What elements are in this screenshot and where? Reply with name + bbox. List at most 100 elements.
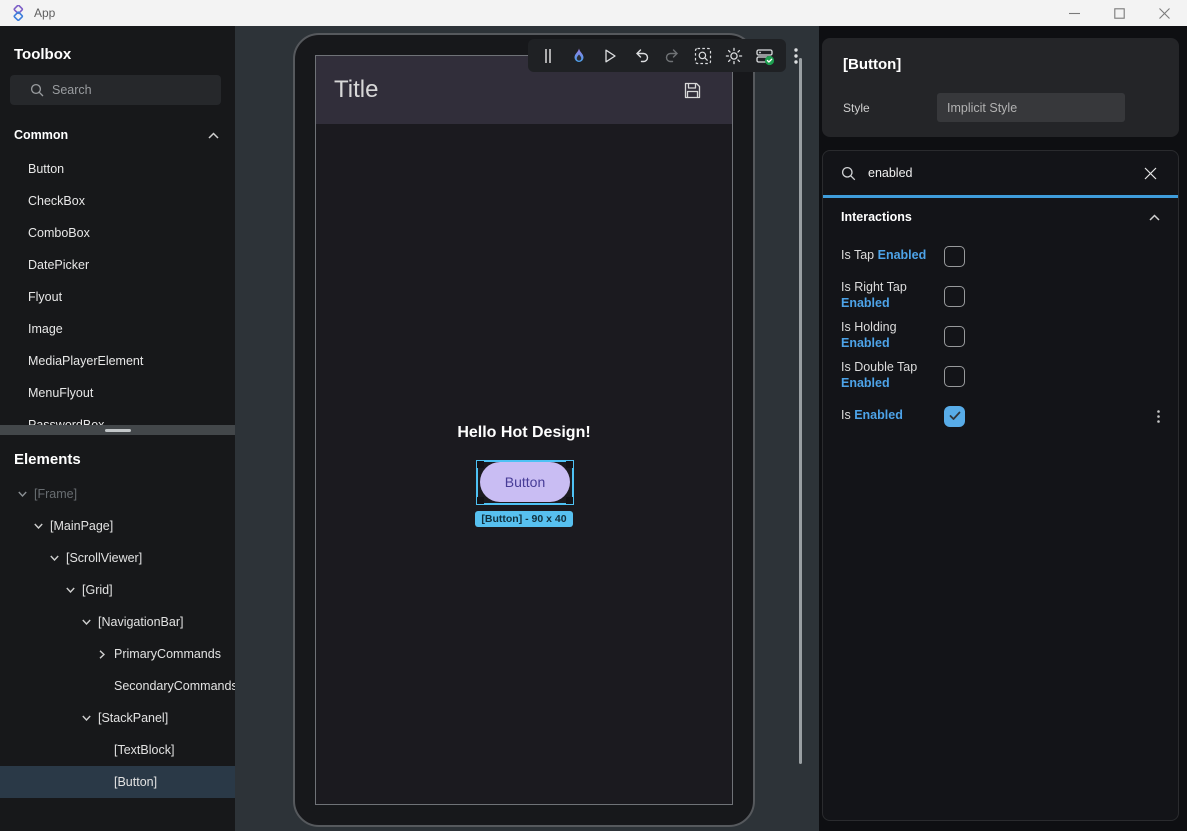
toolbox-list: Button CheckBox ComboBox DatePicker Flyo…: [0, 153, 235, 425]
left-sidebar: Toolbox Common Button CheckBox ComboBox …: [0, 26, 235, 831]
selection-handle[interactable]: [566, 497, 573, 504]
redo-icon[interactable]: [660, 44, 684, 68]
tree-item-label: [Grid]: [82, 583, 113, 597]
search-icon: [30, 83, 44, 97]
toolbox-item-menuflyout[interactable]: MenuFlyout: [0, 377, 235, 409]
tree-item-navigationbar[interactable]: [NavigationBar]: [0, 606, 235, 638]
property-label: Is Tap Enabled: [841, 248, 944, 264]
chevron-up-icon: [208, 132, 219, 139]
row-more-options-icon[interactable]: [1157, 410, 1160, 423]
theme-light-icon[interactable]: [722, 44, 746, 68]
selection-size-badge: [Button] - 90 x 40: [316, 511, 732, 527]
checkbox-is-enabled-checked[interactable]: [944, 406, 965, 427]
tree-item-mainpage[interactable]: [MainPage]: [0, 510, 235, 542]
tree-item-textblock[interactable]: [TextBlock]: [0, 734, 235, 766]
style-value-field[interactable]: Implicit Style: [937, 93, 1125, 122]
chevron-down-icon[interactable]: [78, 614, 94, 630]
selection-badge-text: [Button] - 90 x 40: [475, 511, 572, 527]
close-button[interactable]: [1142, 0, 1187, 26]
property-row-is-double-tap-enabled: Is Double Tap Enabled: [823, 356, 1178, 396]
tree-item-label: [TextBlock]: [114, 743, 174, 757]
elements-title: Elements: [0, 435, 235, 478]
chevron-down-icon[interactable]: [46, 550, 62, 566]
property-row-is-enabled: Is Enabled: [823, 396, 1178, 436]
selection-handle[interactable]: [477, 497, 484, 504]
inspect-element-icon[interactable]: [691, 44, 715, 68]
tree-item-primarycommands[interactable]: PrimaryCommands: [0, 638, 235, 670]
chevron-down-icon[interactable]: [30, 518, 46, 534]
checkbox-is-double-tap-enabled[interactable]: [944, 366, 965, 387]
toolbox-item-button[interactable]: Button: [0, 153, 235, 185]
app-logo-icon: [10, 5, 26, 21]
splitter-grip-icon: [105, 429, 131, 432]
designer-toolbar: [528, 39, 786, 72]
interactions-label: Interactions: [841, 210, 912, 224]
selected-element-card: [Button] Style Implicit Style: [822, 38, 1179, 137]
checkbox-is-tap-enabled[interactable]: [944, 246, 965, 267]
minimize-button[interactable]: [1052, 0, 1097, 26]
device-screen[interactable]: Title Hello Hot Design! Button: [315, 55, 733, 805]
interactions-section-header[interactable]: Interactions: [823, 198, 1178, 236]
toolbox-search[interactable]: [10, 75, 221, 105]
toolbox-item-mediaplayerelement[interactable]: MediaPlayerElement: [0, 345, 235, 377]
tree-item-label: [Button]: [114, 775, 157, 789]
tree-item-frame[interactable]: [Frame]: [0, 478, 235, 510]
property-label: Is Right Tap Enabled: [841, 280, 944, 311]
tree-item-label: [NavigationBar]: [98, 615, 183, 629]
selection-outline[interactable]: Button: [476, 460, 574, 505]
play-icon[interactable]: [598, 44, 622, 68]
hello-textblock[interactable]: Hello Hot Design!: [316, 424, 732, 442]
property-row-is-holding-enabled: Is Holding Enabled: [823, 316, 1178, 356]
toolbox-item-flyout[interactable]: Flyout: [0, 281, 235, 313]
tree-item-scrollviewer[interactable]: [ScrollViewer]: [0, 542, 235, 574]
property-label: Is Holding Enabled: [841, 320, 944, 351]
selection-handle[interactable]: [477, 461, 484, 468]
style-label: Style: [843, 101, 937, 115]
toolbox-item-combobox[interactable]: ComboBox: [0, 217, 235, 249]
property-search-input[interactable]: [868, 166, 1140, 180]
property-label: Is Double Tap Enabled: [841, 360, 944, 391]
properties-panel: [Button] Style Implicit Style Interactio…: [819, 26, 1187, 831]
tree-item-secondarycommands[interactable]: SecondaryCommands: [0, 670, 235, 702]
property-search[interactable]: [823, 151, 1178, 195]
toolbox-search-input[interactable]: [52, 83, 213, 97]
chevron-up-icon: [1149, 214, 1160, 221]
drag-handle-icon[interactable]: [536, 44, 560, 68]
tree-item-label: [MainPage]: [50, 519, 113, 533]
connected-status-icon[interactable]: [753, 44, 777, 68]
toolbox-item-image[interactable]: Image: [0, 313, 235, 345]
section-label: Common: [14, 128, 68, 142]
maximize-button[interactable]: [1097, 0, 1142, 26]
more-options-icon[interactable]: [784, 44, 808, 68]
tree-item-label: [StackPanel]: [98, 711, 168, 725]
panel-splitter[interactable]: [0, 425, 235, 435]
app-title: App: [34, 6, 55, 20]
tree-item-grid[interactable]: [Grid]: [0, 574, 235, 606]
style-row: Style Implicit Style: [843, 93, 1179, 122]
chevron-down-icon[interactable]: [14, 486, 30, 502]
undo-icon[interactable]: [629, 44, 653, 68]
clear-search-icon[interactable]: [1140, 163, 1160, 183]
checkbox-is-right-tap-enabled[interactable]: [944, 286, 965, 307]
properties-card: Interactions Is Tap Enabled Is Right Tap…: [822, 150, 1179, 821]
hot-design-flame-icon[interactable]: [567, 44, 591, 68]
selection-handle[interactable]: [566, 461, 573, 468]
chevron-right-icon[interactable]: [94, 646, 110, 662]
chevron-down-icon[interactable]: [62, 582, 78, 598]
design-canvas[interactable]: Title Hello Hot Design! Button: [235, 26, 819, 831]
property-label: Is Enabled: [841, 408, 944, 424]
save-icon[interactable]: [683, 81, 702, 100]
canvas-button[interactable]: Button: [480, 462, 570, 502]
checkbox-is-holding-enabled[interactable]: [944, 326, 965, 347]
window-controls: [1052, 0, 1187, 26]
toolbox-title: Toolbox: [0, 26, 235, 63]
tree-item-button-selected[interactable]: [Button]: [0, 766, 235, 798]
canvas-scrollbar[interactable]: [799, 58, 802, 764]
chevron-down-icon[interactable]: [78, 710, 94, 726]
toolbox-section-common[interactable]: Common: [0, 123, 235, 147]
search-icon: [841, 166, 856, 181]
toolbox-item-checkbox[interactable]: CheckBox: [0, 185, 235, 217]
toolbox-item-datepicker[interactable]: DatePicker: [0, 249, 235, 281]
tree-item-stackpanel[interactable]: [StackPanel]: [0, 702, 235, 734]
toolbox-item-passwordbox[interactable]: PasswordBox: [0, 409, 235, 425]
